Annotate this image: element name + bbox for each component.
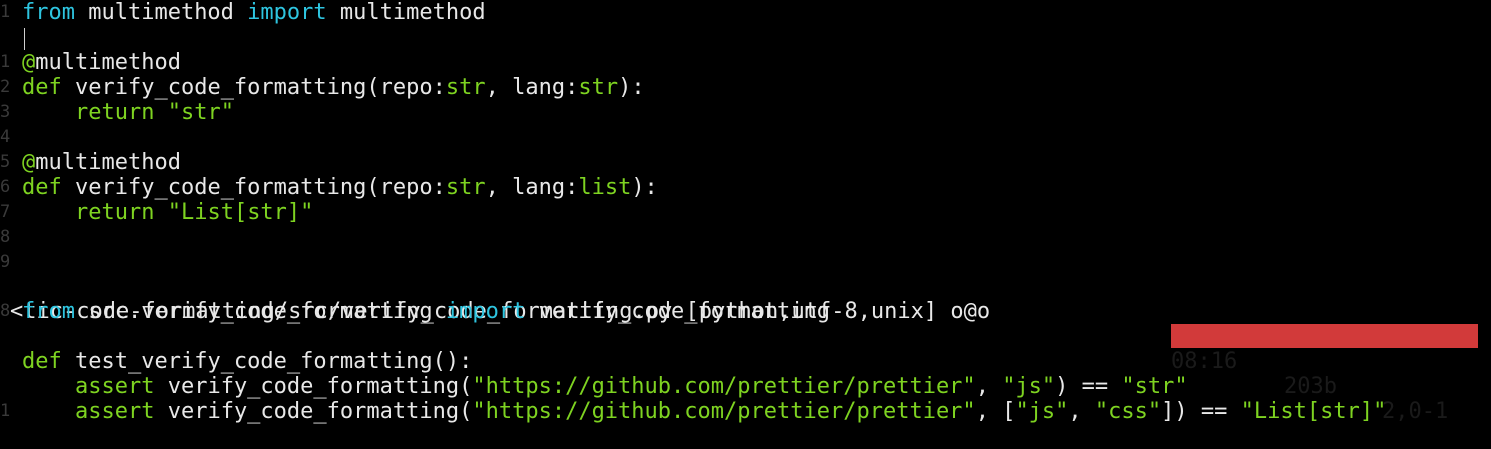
line-number: 4 (0, 127, 11, 147)
vim-editor[interactable]: 1 from multimethod import multimethod 1 @mu… (0, 0, 1491, 444)
code-token: verify_code_formatting( (154, 374, 473, 399)
code-token: multimethod (74, 0, 248, 25)
code-text: assert verify_code_formatting("https://g… (22, 399, 1386, 424)
code-token: src.verify_code_formatting (74, 299, 446, 324)
code-token: ): (631, 175, 658, 200)
code-token: verify_code_formatting(repo: (61, 75, 446, 100)
code-token: verify_code_formatting( (154, 399, 473, 424)
code-token: import (247, 0, 327, 25)
code-token: ) == (1055, 374, 1122, 399)
code-text: def verify_code_formatting(repo:str, lan… (22, 75, 645, 100)
code-token: def (22, 175, 62, 200)
code-text: @multimethod (22, 50, 181, 75)
code-token: multimethod (35, 150, 181, 175)
code-token: def (22, 349, 62, 374)
code-token: return (74, 200, 155, 225)
code-text: from multimethod import multimethod (22, 0, 486, 25)
status-file-size: 203b (1284, 374, 1337, 399)
code-token: , (1068, 399, 1095, 424)
status-right-block: 08:16 203b 2,0-1 (1171, 324, 1478, 424)
code-token: , lang: (485, 175, 579, 200)
code-token: assert (74, 399, 155, 424)
code-token: import (445, 299, 526, 324)
code-text: def verify_code_formatting(repo:str, lan… (22, 175, 658, 200)
code-token: verify_code_formatting(repo: (61, 175, 446, 200)
code-text: assert verify_code_formatting("https://g… (22, 374, 1188, 399)
status-time: 08:16 (1171, 349, 1238, 374)
code-token: from (22, 0, 75, 25)
status-cursor-position: 2,0-1 (1382, 399, 1449, 424)
line-number: 8 (0, 227, 11, 247)
code-token: "https://github.com/prettier/prettier" (472, 374, 976, 399)
line-number: 1 (0, 2, 11, 22)
line-number: 7 (0, 202, 11, 222)
code-token: "js" (1002, 374, 1056, 399)
code-token: multimethod (326, 0, 486, 25)
code-token: @ (22, 150, 36, 175)
code-token: "List[str]" (167, 200, 314, 225)
code-token: assert (74, 374, 155, 399)
line-number: 1 (0, 401, 11, 421)
code-text: from src.verify_code_formatting import v… (22, 299, 830, 324)
code-token: "List[str]" (1240, 399, 1387, 424)
line-number: 2 (0, 77, 11, 97)
code-token: str (445, 175, 486, 200)
code-token: verify_code_formatting (525, 299, 830, 324)
code-token: "css" (1094, 399, 1162, 424)
code-token: from (22, 299, 75, 324)
code-token: "str" (167, 100, 234, 125)
code-token: , [ (975, 399, 1016, 424)
line-number: 1 (0, 52, 11, 72)
code-token: test_verify_code_formatting(): (61, 349, 473, 374)
code-text: @multimethod (22, 150, 181, 175)
text-cursor (24, 28, 25, 50)
code-token: , lang: (485, 75, 579, 100)
line-number: 6 (0, 177, 11, 197)
code-token: "str" (1121, 374, 1188, 399)
code-text: return "str" (22, 100, 234, 125)
line-number: 9 (0, 252, 11, 272)
code-token: def (22, 75, 62, 100)
code-token: "https://github.com/prettier/prettier" (472, 399, 976, 424)
line-number: 3 (0, 102, 11, 122)
code-token: return (74, 100, 155, 125)
code-token: ]) == (1161, 399, 1241, 424)
code-token: multimethod (35, 50, 181, 75)
line-number: 5 (0, 152, 11, 172)
code-text: return "List[str]" (22, 200, 313, 225)
line-number: 8 (0, 301, 11, 321)
code-token: str (578, 75, 619, 100)
code-token: "js" (1015, 399, 1069, 424)
code-text: def test_verify_code_formatting(): (22, 349, 472, 374)
code-token: list (578, 175, 632, 200)
code-token: , (975, 374, 1003, 399)
code-token: @ (22, 50, 36, 75)
code-token: ): (618, 75, 645, 100)
code-token: str (445, 75, 486, 100)
status-line: <tic-code-formatting/src/verify_code_for… (0, 274, 1491, 424)
